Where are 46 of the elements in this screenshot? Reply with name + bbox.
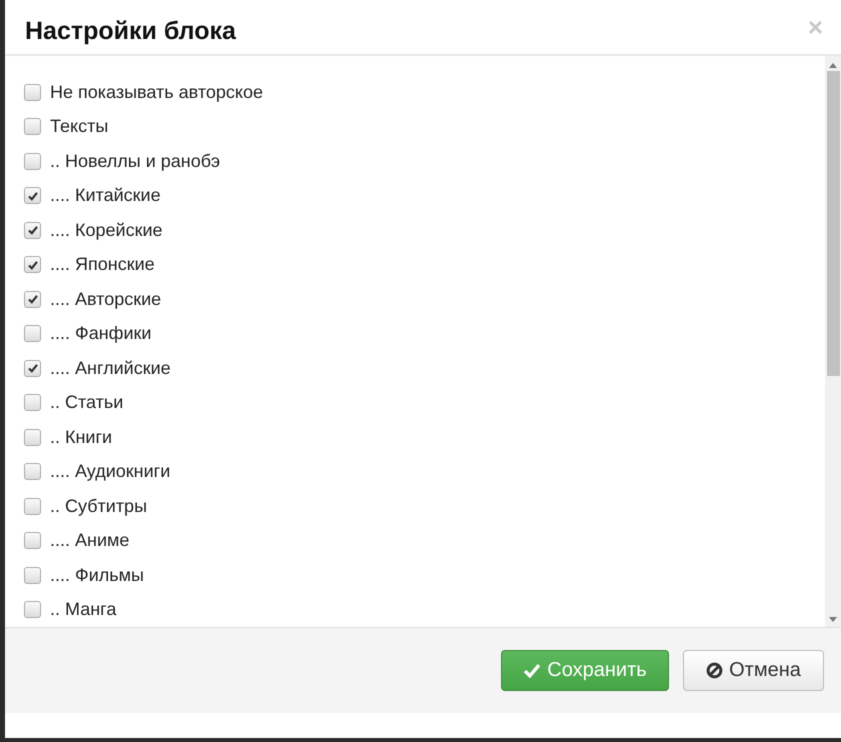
option-label: .. Манга — [50, 599, 116, 620]
option-label: .... Английские — [50, 358, 171, 379]
option-label: .. Новеллы и ранобэ — [50, 150, 220, 172]
check-icon — [26, 362, 38, 374]
option-label: .... Фильмы — [50, 564, 144, 586]
option-label: .... Китайские — [50, 185, 161, 206]
option-label: .. Книги — [50, 426, 112, 448]
scroll-up-icon[interactable] — [829, 62, 837, 68]
checkbox[interactable] — [24, 84, 41, 101]
checkbox[interactable] — [24, 360, 41, 377]
check-icon — [523, 663, 542, 678]
checkbox[interactable] — [24, 256, 41, 274]
check-icon — [26, 258, 38, 271]
checkbox[interactable] — [24, 428, 41, 446]
scrollbar[interactable] — [825, 56, 841, 627]
check-icon — [26, 293, 38, 306]
option-label: Тексты — [50, 116, 108, 138]
option-label: .... Корейские — [50, 220, 163, 241]
check-icon — [26, 224, 38, 236]
option-label: .. Статьи — [50, 392, 124, 414]
option-label: .... Авторские — [50, 288, 162, 310]
option-label: Не показывать авторское — [50, 82, 263, 103]
checkbox[interactable] — [24, 532, 41, 550]
checkbox[interactable] — [24, 601, 41, 618]
cancel-button[interactable]: Отмена — [683, 650, 824, 691]
save-button[interactable]: Сохранить — [501, 650, 669, 691]
option-label: .... Аудиокниги — [50, 461, 170, 482]
checkbox[interactable] — [24, 290, 41, 308]
checkbox[interactable] — [24, 187, 41, 204]
checkbox[interactable] — [24, 498, 41, 515]
checkbox[interactable] — [24, 222, 41, 239]
option-label: .... Японские — [50, 254, 155, 276]
checkbox[interactable] — [24, 152, 41, 170]
checkbox[interactable] — [24, 394, 41, 412]
option-label: .... Фанфики — [50, 323, 152, 344]
option-label: .... Аниме — [50, 530, 130, 552]
close-button[interactable]: × — [808, 14, 823, 40]
checkbox[interactable] — [24, 566, 41, 584]
checkbox[interactable] — [24, 118, 41, 136]
checkbox[interactable] — [24, 325, 41, 342]
option-label: .. Субтитры — [50, 496, 148, 517]
scroll-down-icon[interactable] — [829, 617, 837, 623]
check-icon — [26, 190, 38, 202]
checkbox[interactable] — [24, 463, 41, 480]
ban-icon — [706, 662, 724, 679]
dialog-title: Настройки блока — [25, 16, 236, 46]
